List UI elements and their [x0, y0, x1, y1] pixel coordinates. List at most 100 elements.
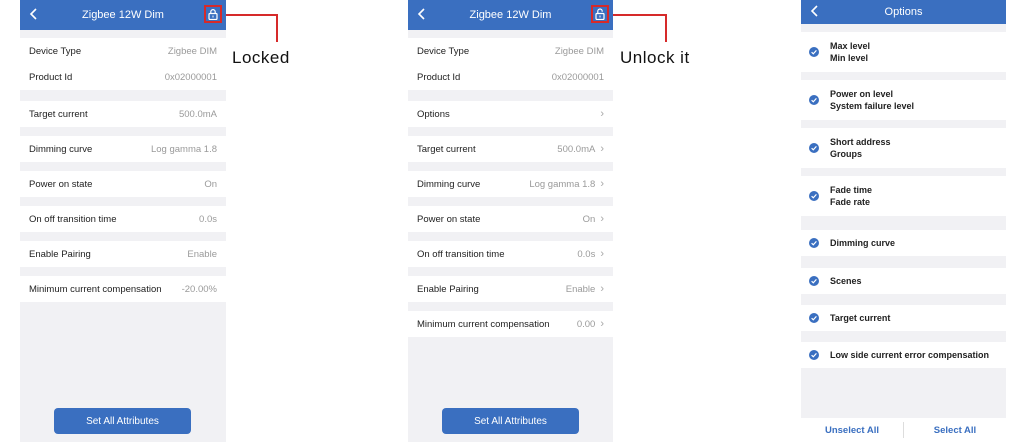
option-text: Power on level System failure level	[830, 88, 914, 112]
settings-row-power-on-state: Power on state On	[20, 171, 226, 197]
back-arrow-icon[interactable]	[414, 6, 430, 22]
settings-row-enable-pairing: Enable Pairing Enable	[20, 241, 226, 267]
row-value: On	[582, 213, 596, 225]
row-label: Device Type	[417, 45, 470, 57]
checkmark-circle-icon[interactable]	[809, 47, 819, 57]
settings-row-minimum-current-compensation: Minimum current compensation -20.00%	[20, 276, 226, 302]
row-label: Device Type	[29, 45, 82, 57]
option-item-target-current[interactable]: Target current	[801, 305, 1006, 331]
option-item-power-on-level[interactable]: Power on level System failure level	[801, 80, 1006, 120]
option-text: Low side current error compensation	[830, 349, 989, 361]
settings-row-device-type[interactable]: Device Type Zigbee DIM	[408, 38, 613, 64]
row-value-group: 0.0s ›	[577, 248, 604, 260]
checkmark-circle-icon[interactable]	[809, 95, 819, 105]
lock-open-icon	[595, 8, 605, 20]
row-label: Power on state	[29, 178, 93, 190]
option-text: Dimming curve	[830, 237, 895, 249]
checkmark-circle-icon[interactable]	[809, 350, 819, 360]
settings-row-options[interactable]: Options ›	[408, 101, 613, 127]
option-line-1: Power on level	[830, 89, 894, 99]
option-text: Max level Min level	[830, 40, 870, 64]
row-value-group: 0.00 ›	[577, 318, 604, 330]
row-label: Target current	[29, 108, 88, 120]
chevron-right-icon: ›	[600, 178, 604, 190]
checkmark-circle-icon[interactable]	[809, 191, 819, 201]
back-arrow-icon[interactable]	[807, 3, 823, 19]
checkmark-circle-icon[interactable]	[809, 276, 819, 286]
row-value-group: 500.0mA ›	[557, 143, 604, 155]
settings-row-product-id[interactable]: Product Id 0x02000001	[408, 64, 613, 90]
select-all-button[interactable]: Select All	[904, 425, 1006, 436]
option-item-dimming-curve[interactable]: Dimming curve	[801, 230, 1006, 256]
option-line-2: Min level	[830, 53, 869, 63]
set-all-attributes-button[interactable]: Set All Attributes	[442, 408, 579, 434]
row-value: Enable	[565, 283, 596, 295]
unlock-annotation: Unlock it	[620, 48, 690, 67]
option-text: Target current	[830, 312, 890, 324]
option-line-1: Target current	[830, 313, 891, 323]
option-text: Short address Groups	[830, 136, 891, 160]
row-label: Product Id	[29, 71, 73, 83]
row-label: Dimming curve	[417, 178, 481, 190]
row-label: Minimum current compensation	[29, 283, 162, 295]
option-item-short-address[interactable]: Short address Groups	[801, 128, 1006, 168]
page-title: Options	[884, 6, 923, 18]
annotation-line	[613, 14, 667, 16]
header-bar: Options	[801, 0, 1006, 24]
annotation-line	[276, 14, 278, 42]
option-line-2: Groups	[830, 149, 863, 159]
row-label: Enable Pairing	[29, 248, 91, 260]
set-all-attributes-button[interactable]: Set All Attributes	[54, 408, 191, 434]
lock-closed-icon	[208, 9, 218, 20]
row-label: On off transition time	[417, 248, 505, 260]
row-value-group: On ›	[583, 213, 604, 225]
settings-row-target-current[interactable]: Target current 500.0mA ›	[408, 136, 613, 162]
option-line-1: Low side current error compensation	[830, 350, 990, 360]
option-item-fade-time[interactable]: Fade time Fade rate	[801, 176, 1006, 216]
row-value-group: Zigbee DIM	[555, 46, 604, 57]
row-value: 500.0mA	[557, 143, 596, 155]
row-label: On off transition time	[29, 213, 117, 225]
settings-row-target-current: Target current 500.0mA	[20, 101, 226, 127]
locked-settings-screen: Zigbee 12W Dim Device Type Zigbee DIM Prod…	[20, 0, 226, 442]
option-text: Fade time Fade rate	[830, 184, 872, 208]
unselect-all-button[interactable]: Unselect All	[801, 425, 903, 436]
page-title: Zigbee 12W Dim	[82, 9, 164, 21]
row-value-group: Log gamma 1.8 ›	[529, 178, 604, 190]
option-line-1: Max level	[830, 41, 871, 51]
page-title: Zigbee 12W Dim	[469, 9, 552, 21]
option-line-1: Scenes	[830, 276, 862, 286]
lock-button[interactable]	[204, 5, 222, 23]
row-label: Product Id	[417, 71, 461, 83]
checkmark-circle-icon[interactable]	[809, 143, 819, 153]
unlock-button[interactable]	[591, 5, 609, 23]
row-value-group: Log gamma 1.8	[151, 144, 217, 155]
row-label: Minimum current compensation	[417, 318, 550, 330]
row-label: Dimming curve	[29, 143, 93, 155]
row-value-group: -20.00%	[182, 284, 217, 295]
options-footer: Unselect All Select All	[801, 418, 1006, 442]
row-value-group: On	[204, 179, 217, 190]
option-item-low-side-current-error-compensation[interactable]: Low side current error compensation	[801, 342, 1006, 368]
row-value: 0.00	[576, 318, 596, 330]
chevron-right-icon: ›	[600, 213, 604, 225]
checkmark-circle-icon[interactable]	[809, 238, 819, 248]
settings-row-on-off-transition-time: On off transition time 0.0s	[20, 206, 226, 232]
row-label: Power on state	[417, 213, 481, 225]
row-value: 0x02000001	[551, 71, 604, 83]
settings-row-power-on-state[interactable]: Power on state On ›	[408, 206, 613, 232]
row-value: -20.00%	[181, 283, 217, 295]
settings-row-dimming-curve[interactable]: Dimming curve Log gamma 1.8 ›	[408, 171, 613, 197]
unlocked-settings-screen: Zigbee 12W Dim Device Type Zigbee DIM Prod…	[408, 0, 613, 442]
option-text: Scenes	[830, 275, 862, 287]
checkmark-circle-icon[interactable]	[809, 313, 819, 323]
settings-row-minimum-current-compensation[interactable]: Minimum current compensation 0.00 ›	[408, 311, 613, 337]
back-arrow-icon[interactable]	[26, 6, 42, 22]
option-item-max-level[interactable]: Max level Min level	[801, 32, 1006, 72]
row-value-group: 0.0s	[199, 214, 217, 225]
option-item-scenes[interactable]: Scenes	[801, 268, 1006, 294]
settings-row-enable-pairing[interactable]: Enable Pairing Enable ›	[408, 276, 613, 302]
settings-row-on-off-transition-time[interactable]: On off transition time 0.0s ›	[408, 241, 613, 267]
row-value: Log gamma 1.8	[529, 178, 596, 190]
row-value: 500.0mA	[178, 108, 217, 120]
